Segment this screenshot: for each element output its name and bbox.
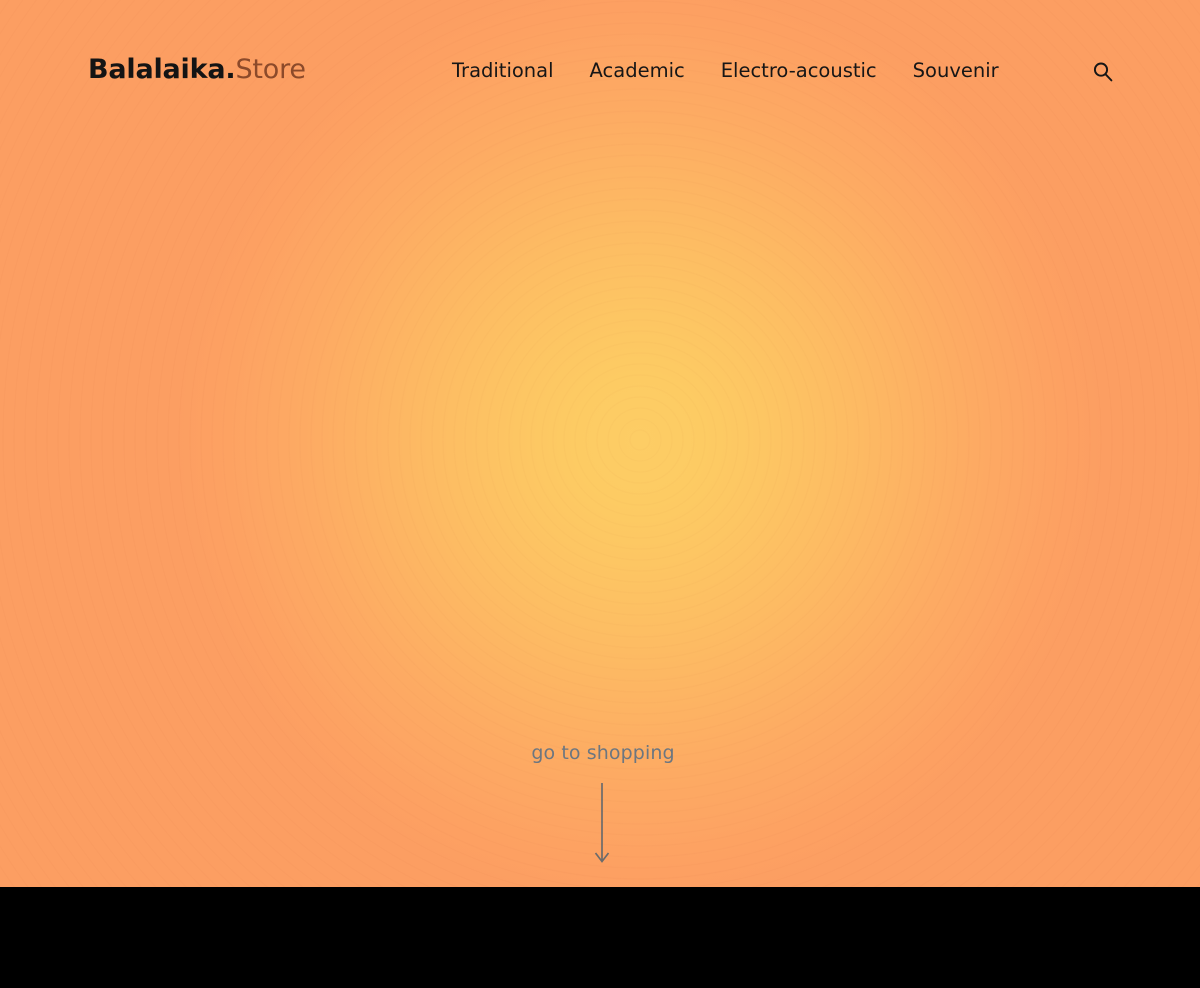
below-fold-area (0, 887, 1200, 988)
page-root: Balalaika.Store Traditional Academic Ele… (0, 0, 1200, 988)
search-button[interactable] (1090, 59, 1116, 85)
site-header: Balalaika.Store Traditional Academic Ele… (0, 0, 1200, 140)
nav-item-academic[interactable]: Academic (590, 58, 685, 84)
main-navigation: Traditional Academic Electro-acoustic So… (452, 58, 999, 84)
site-logo[interactable]: Balalaika.Store (88, 53, 306, 87)
logo-primary-text: Balalaika. (88, 54, 236, 85)
scroll-cue[interactable]: go to shopping (0, 740, 1200, 867)
nav-item-traditional[interactable]: Traditional (452, 58, 554, 84)
logo-secondary-text: Store (235, 54, 306, 85)
nav-item-electro-acoustic[interactable]: Electro-acoustic (721, 58, 877, 84)
nav-item-souvenir[interactable]: Souvenir (913, 58, 999, 84)
search-icon (1091, 60, 1115, 84)
scroll-cue-label[interactable]: go to shopping (531, 740, 674, 766)
arrow-down-icon[interactable] (591, 783, 613, 867)
